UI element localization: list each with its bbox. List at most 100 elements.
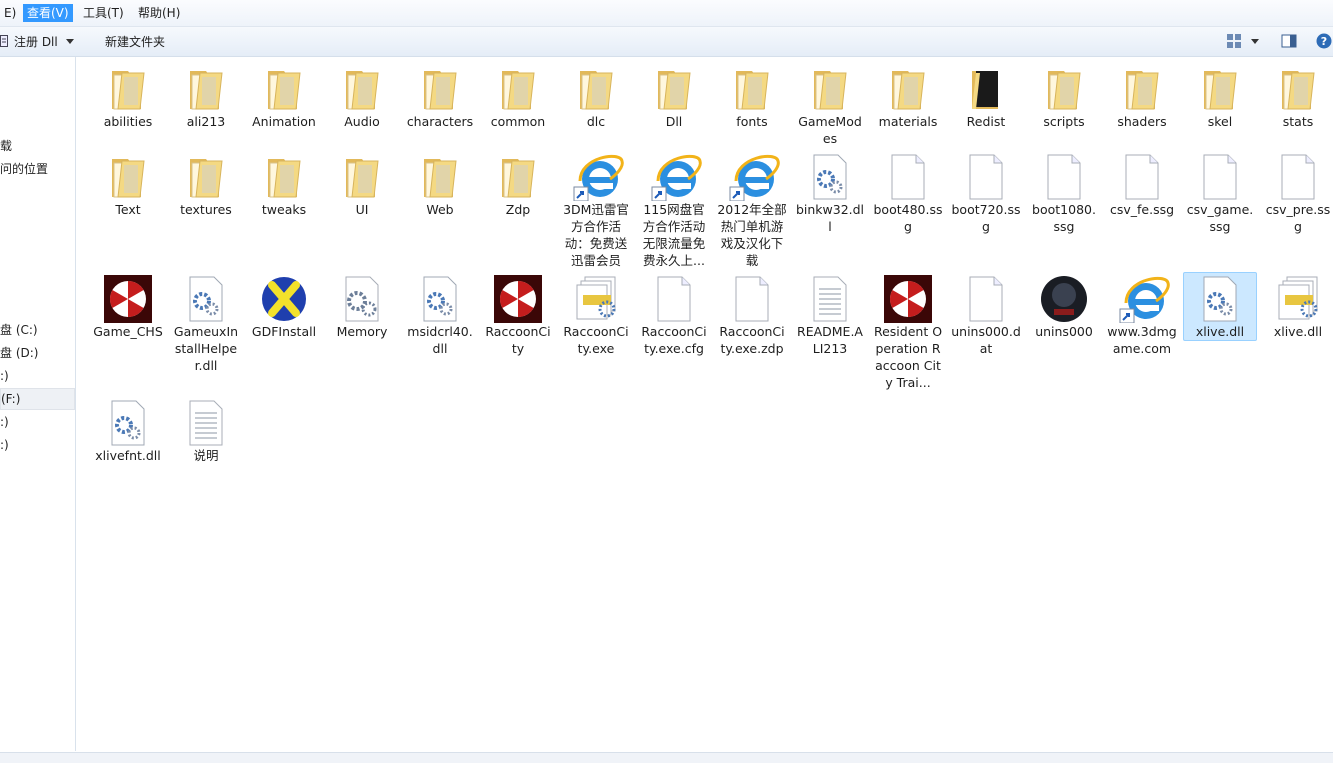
app-icon: [1040, 275, 1088, 323]
menu-view[interactable]: 查看(V): [23, 4, 73, 22]
file-icon: [1118, 153, 1166, 201]
file-item[interactable]: Dll: [638, 63, 710, 130]
nav-item-recent-places[interactable]: 问的位置: [0, 159, 48, 179]
file-name: skel: [1207, 114, 1233, 129]
file-item[interactable]: Text: [92, 151, 164, 218]
file-item[interactable]: unins000: [1028, 273, 1100, 340]
file-item[interactable]: 115网盘官方合作活动无限流量免费永久上...: [638, 151, 710, 269]
dll-file-icon: [806, 153, 854, 201]
file-item[interactable]: msidcrl40.dll: [404, 273, 476, 357]
exe-file-icon: [572, 275, 620, 323]
file-item[interactable]: UI: [326, 151, 398, 218]
file-item[interactable]: README.ALI213: [794, 273, 866, 357]
nav-item-downloads[interactable]: 载: [0, 136, 12, 156]
file-item[interactable]: 说明: [170, 397, 242, 464]
file-name: RaccoonCity: [485, 324, 551, 356]
file-list: abilities ali213 Animation Audio characters c…: [76, 57, 1333, 751]
file-item[interactable]: unins000.dat: [950, 273, 1022, 357]
view-options-icon[interactable]: [1226, 33, 1242, 49]
file-name: 2012年全部热门单机游戏及汉化下载: [717, 202, 787, 268]
file-item[interactable]: stats: [1262, 63, 1333, 130]
file-item[interactable]: RaccoonCity.exe: [560, 273, 632, 357]
folder-icon: [104, 65, 152, 113]
file-item[interactable]: binkw32.dll: [794, 151, 866, 235]
file-item[interactable]: ali213: [170, 63, 242, 130]
file-item[interactable]: Redist: [950, 63, 1022, 130]
file-name: csv_fe.ssg: [1109, 202, 1175, 217]
dll-file-icon: [416, 275, 464, 323]
umbrella-app-icon: [494, 275, 542, 323]
file-item[interactable]: shaders: [1106, 63, 1178, 130]
chevron-down-icon[interactable]: [1250, 33, 1266, 49]
gdf-icon: [260, 275, 308, 323]
file-name: 说明: [193, 448, 219, 463]
file-item[interactable]: Audio: [326, 63, 398, 130]
file-item[interactable]: fonts: [716, 63, 788, 130]
command-bar: 注册 Dll 新建文件夹 ?: [0, 27, 1333, 57]
umbrella-app-icon: [104, 275, 152, 323]
file-item[interactable]: csv_fe.ssg: [1106, 151, 1178, 218]
nav-item-drive-e[interactable]: :): [0, 366, 9, 386]
file-item[interactable]: GDFInstall: [248, 273, 320, 340]
file-item[interactable]: csv_game.ssg: [1184, 151, 1256, 235]
file-icon: [1196, 153, 1244, 201]
file-icon: [962, 153, 1010, 201]
file-item[interactable]: textures: [170, 151, 242, 218]
nav-item-drive-h[interactable]: :): [0, 435, 9, 455]
folder-icon: [104, 153, 152, 201]
nav-item-drive-c[interactable]: 盘 (C:): [0, 320, 38, 340]
file-name: RaccoonCity.exe.zdp: [719, 324, 785, 356]
file-item[interactable]: materials: [872, 63, 944, 130]
file-item[interactable]: 2012年全部热门单机游戏及汉化下载: [716, 151, 788, 269]
file-item[interactable]: dlc: [560, 63, 632, 130]
file-item[interactable]: GameuxInstallHelper.dll: [170, 273, 242, 374]
file-item[interactable]: www.3dmgame.com: [1106, 273, 1178, 357]
file-item[interactable]: characters: [404, 63, 476, 130]
folder-icon: [1118, 65, 1166, 113]
nav-item-drive-g[interactable]: :): [0, 412, 9, 432]
file-item[interactable]: Zdp: [482, 151, 554, 218]
exe-file-icon: [1274, 275, 1322, 323]
file-item[interactable]: common: [482, 63, 554, 130]
register-icon: [0, 35, 8, 47]
file-item[interactable]: RaccoonCity: [482, 273, 554, 357]
file-item[interactable]: tweaks: [248, 151, 320, 218]
file-name: unins000.dat: [951, 324, 1021, 356]
file-name: characters: [406, 114, 474, 129]
file-item[interactable]: Web: [404, 151, 476, 218]
file-item[interactable]: xlivefnt.dll: [92, 397, 164, 464]
file-item[interactable]: RaccoonCity.exe.cfg: [638, 273, 710, 357]
file-item[interactable]: xlive.dll: [1183, 272, 1257, 341]
menu-help[interactable]: 帮助(H): [134, 4, 184, 22]
file-item[interactable]: 3DM迅雷官方合作活动：免费送迅雷会员: [560, 151, 632, 269]
preview-pane-icon[interactable]: [1281, 33, 1297, 49]
file-item[interactable]: Resident Operation Raccoon City Trai...: [872, 273, 944, 391]
register-dll-button[interactable]: 注册 Dll: [14, 33, 58, 51]
file-item[interactable]: boot720.ssg: [950, 151, 1022, 235]
file-item[interactable]: scripts: [1028, 63, 1100, 130]
file-item[interactable]: RaccoonCity.exe.zdp: [716, 273, 788, 357]
file-name: msidcrl40.dll: [407, 324, 473, 356]
file-item[interactable]: csv_pre.ssg: [1262, 151, 1333, 235]
nav-item-drive-d[interactable]: 盘 (D:): [0, 343, 38, 363]
file-item[interactable]: boot480.ssg: [872, 151, 944, 235]
file-item[interactable]: GameModes: [794, 63, 866, 147]
file-name: boot1080.ssg: [1032, 202, 1096, 234]
file-item[interactable]: xlive.dll: [1262, 273, 1333, 340]
folder-icon: [182, 65, 230, 113]
nav-item-drive-f[interactable]: (F:): [0, 388, 75, 410]
file-item[interactable]: abilities: [92, 63, 164, 130]
menu-edit[interactable]: E): [0, 4, 20, 22]
file-item[interactable]: skel: [1184, 63, 1256, 130]
file-name: www.3dmgame.com: [1107, 324, 1177, 356]
new-folder-button[interactable]: 新建文件夹: [105, 33, 165, 51]
file-item[interactable]: Memory: [326, 273, 398, 340]
file-item[interactable]: Animation: [248, 63, 320, 130]
file-item[interactable]: boot1080.ssg: [1028, 151, 1100, 235]
chevron-down-icon[interactable]: [66, 34, 74, 52]
file-item[interactable]: Game_CHS: [92, 273, 164, 340]
dll-file-icon: [104, 399, 152, 447]
help-icon[interactable]: ?: [1316, 33, 1332, 49]
menu-tools[interactable]: 工具(T): [79, 4, 128, 22]
file-name: common: [490, 114, 546, 129]
